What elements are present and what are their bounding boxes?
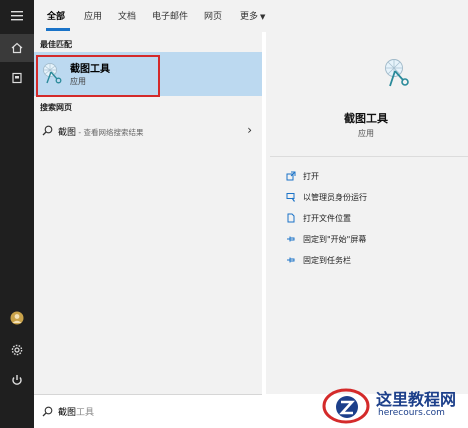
menu-button[interactable] (0, 2, 34, 30)
settings-button[interactable] (0, 336, 34, 364)
documents-icon (12, 72, 22, 84)
watermark-logo-icon (322, 388, 370, 424)
tab-email[interactable]: 电子邮件 (152, 9, 188, 22)
action-pin-start-label: 固定到"开始"屏幕 (303, 234, 367, 244)
settings-icon (11, 344, 23, 356)
run-as-admin-icon (286, 192, 296, 202)
preview-divider (270, 156, 468, 157)
file-location-icon (286, 213, 296, 223)
action-file-location-label: 打开文件位置 (303, 213, 351, 223)
tab-apps[interactable]: 应用 (84, 9, 102, 22)
preview-app-name: 截图工具 (344, 112, 388, 125)
pin-taskbar-icon (286, 255, 296, 265)
tab-web[interactable]: 网页 (204, 9, 222, 22)
chevron-down-icon: ▼ (260, 13, 266, 21)
web-search-item[interactable]: 截图 - 查看网络搜索结果 › (34, 120, 262, 142)
web-heading: 搜索网页 (40, 103, 72, 112)
search-icon (42, 125, 53, 136)
tab-more-label: 更多 (240, 12, 259, 22)
pin-start-icon (286, 234, 296, 244)
tab-more[interactable]: 更多 ▼ (240, 9, 265, 22)
action-pin-taskbar-label: 固定到任务栏 (303, 255, 351, 265)
action-pin-start[interactable]: 固定到"开始"屏幕 (286, 230, 366, 248)
menu-icon (11, 11, 23, 21)
active-tab-indicator (46, 28, 70, 31)
tab-all[interactable]: 全部 (47, 9, 65, 22)
search-typed-text: 截图 (58, 408, 77, 418)
filter-tabs: 全部 应用 文档 电子邮件 网页 更多 ▼ (34, 0, 468, 32)
tab-documents[interactable]: 文档 (118, 9, 136, 22)
action-open-label: 打开 (303, 171, 319, 181)
preview-pane: 截图工具 应用 打开 以管理员身份运行 打开文件位置 固定到"开始"屏幕 固定到… (266, 32, 468, 394)
documents-button[interactable] (0, 64, 34, 92)
preview-app-type: 应用 (358, 129, 374, 138)
action-run-as-admin-label: 以管理员身份运行 (303, 192, 367, 202)
action-pin-taskbar[interactable]: 固定到任务栏 (286, 251, 351, 269)
action-run-as-admin[interactable]: 以管理员身份运行 (286, 188, 367, 206)
web-hint: - 查看网络搜索结果 (76, 128, 144, 137)
watermark-url: herecours.com (378, 408, 445, 418)
power-button[interactable] (0, 366, 34, 394)
search-icon (42, 406, 53, 417)
watermark-title: 这里教程网 (376, 390, 457, 409)
power-icon (12, 375, 22, 385)
search-input[interactable]: 截图工具 (58, 405, 94, 418)
site-watermark: 这里教程网 herecours.com (318, 382, 468, 428)
preview-header: 截图工具 应用 (266, 32, 468, 154)
user-button[interactable] (0, 304, 34, 332)
home-button[interactable] (0, 34, 34, 62)
avatar (10, 311, 24, 325)
web-query: 截图 (58, 128, 77, 138)
snipping-tool-large-icon (385, 59, 409, 87)
best-match-heading: 最佳匹配 (40, 40, 72, 49)
search-box[interactable]: 截图工具 (34, 394, 262, 428)
annotation-box-best-match (36, 55, 160, 97)
start-rail (0, 0, 34, 428)
open-icon (286, 171, 296, 181)
web-search-text: 截图 - 查看网络搜索结果 (58, 125, 144, 138)
search-autocomplete: 工具 (76, 408, 95, 418)
home-icon (11, 42, 23, 54)
action-open[interactable]: 打开 (286, 167, 319, 185)
action-file-location[interactable]: 打开文件位置 (286, 209, 351, 227)
